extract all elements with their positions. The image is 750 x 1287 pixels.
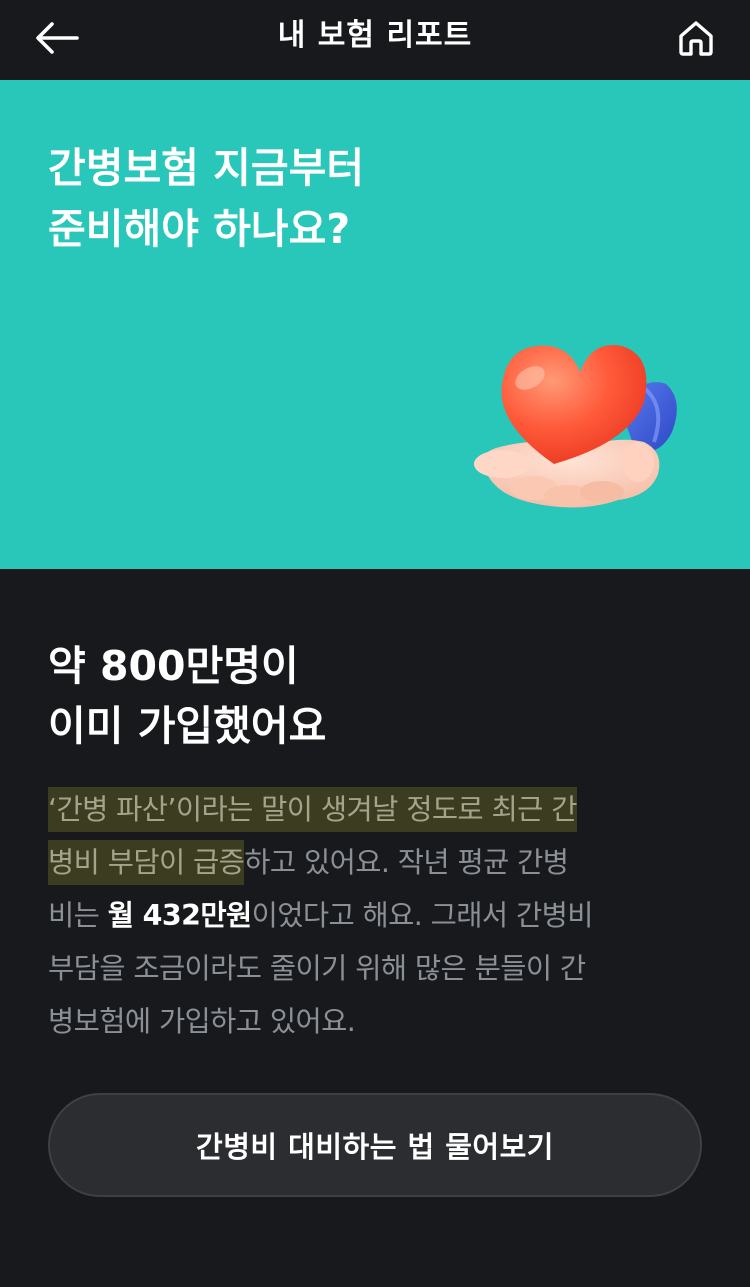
heart-in-hand-illustration <box>474 345 677 508</box>
body-text-segment: 이었다고 해요. 그래서 간병비 <box>251 899 594 932</box>
section-title: 약 800만명이 이미 가입했어요 <box>48 636 326 756</box>
body-line-4: 부담을 조금이라도 줄이기 위해 많은 분들이 간 <box>48 952 586 985</box>
body-paragraph: ‘간병 파산’이라는 말이 생겨날 정도로 최근 간 병비 부담이 급증하고 있… <box>48 783 708 1048</box>
insurance-report-page: 내 보험 리포트 간병보험 지금부터 준비해야 하나요? 약 800만명이 이미… <box>0 0 750 1287</box>
home-icon <box>679 21 713 56</box>
highlighted-text: 병비 부담이 급증 <box>48 840 245 885</box>
emphasized-amount: 월 432만원 <box>107 899 252 932</box>
ask-care-cost-button[interactable]: 간병비 대비하는 법 물어보기 <box>48 1093 702 1197</box>
highlighted-text: ‘간병 파산’이라는 말이 생겨날 정도로 최근 간 <box>48 787 577 832</box>
body-text-segment: 비는 <box>48 899 108 932</box>
hero-title: 간병보험 지금부터 준비해야 하나요? <box>48 138 608 260</box>
body-line-5: 병보험에 가입하고 있어요. <box>48 1005 356 1038</box>
top-navigation-bar: 내 보험 리포트 <box>0 0 750 80</box>
body-line-2: 병비 부담이 급증하고 있어요. 작년 평균 간병 <box>48 836 708 889</box>
hero-title-line-1: 간병보험 지금부터 <box>48 144 365 192</box>
body-line-3: 비는 월 432만원이었다고 해요. 그래서 간병비 <box>48 889 708 942</box>
body-text-segment: 하고 있어요. 작년 평균 간병 <box>244 846 569 879</box>
home-button[interactable] <box>672 14 720 62</box>
hero-title-line-2: 준비해야 하나요? <box>48 205 351 253</box>
page-title: 내 보험 리포트 <box>277 18 473 53</box>
hero-banner: 간병보험 지금부터 준비해야 하나요? <box>0 80 750 569</box>
body-line-1: ‘간병 파산’이라는 말이 생겨날 정도로 최근 간 <box>48 783 708 836</box>
section-title-line-1: 약 800만명이 <box>48 642 299 690</box>
section-title-line-2: 이미 가입했어요 <box>48 702 327 750</box>
